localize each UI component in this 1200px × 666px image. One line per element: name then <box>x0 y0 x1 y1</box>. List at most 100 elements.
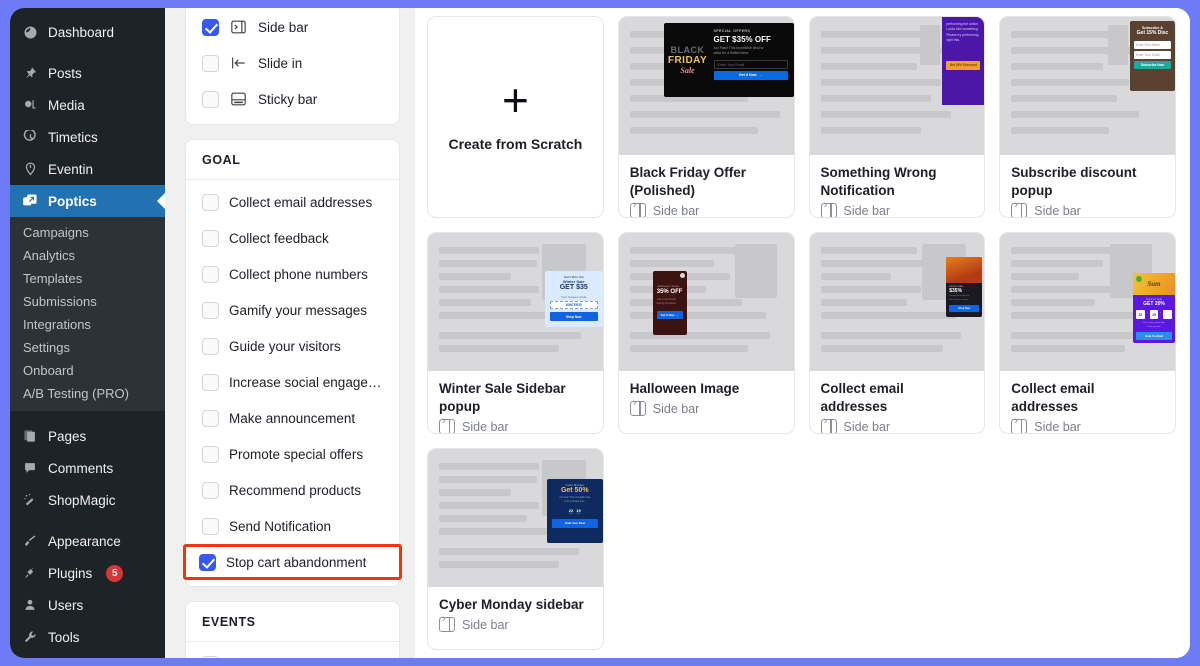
template-card-collect-email-addresses-autumn[interactable]: Autumn Sale $35% Limited time offer for t… <box>808 232 986 434</box>
template-card-black-friday-offer[interactable]: BLACK FRIDAY Sale SPECIAL OFFERS GET $35… <box>617 16 795 218</box>
submenu-item-campaigns[interactable]: Campaigns <box>10 221 165 244</box>
filter-goal-collect-email-addresses[interactable]: Collect email addresses <box>186 184 399 220</box>
template-card-something-wrong-notification[interactable]: performing the action. Looks like somethi… <box>808 16 986 218</box>
checkbox-guide-your-visitors[interactable] <box>202 337 219 355</box>
template-card-winter-sale-sidebar-popup[interactable]: Don't Miss Out Winter Sale GET $35 Your … <box>427 232 604 434</box>
checkbox-increase-social-engagement[interactable] <box>202 373 219 391</box>
sidebar-item-label: Eventin <box>48 161 94 177</box>
submenu-label: Campaigns <box>23 225 89 240</box>
checkbox-black-friday[interactable] <box>202 655 219 658</box>
brush-icon <box>21 532 39 550</box>
sidebar-type-icon <box>629 200 646 217</box>
sidebar-item-plugins[interactable]: Plugins 5 <box>10 557 165 589</box>
sidebar-item-tools[interactable]: Tools <box>10 621 165 653</box>
filter-option-label: Collect phone numbers <box>229 266 368 282</box>
filter-goal-gamify-your-messages[interactable]: Gamify your messages <box>186 292 399 328</box>
template-thumbnail: Subscribe & Get 15% Disc Enter First Nam… <box>1000 17 1175 155</box>
submenu-label: Onboard <box>23 363 74 378</box>
template-preview-popup: Don't Miss Out Winter Sale GET $35 Your … <box>544 271 603 327</box>
submenu-item-integrations[interactable]: Integrations <box>10 313 165 336</box>
template-title: Collect email addresses <box>820 381 904 415</box>
filter-option-label: Sticky bar <box>258 91 318 107</box>
filter-option-sticky-bar[interactable]: Sticky bar <box>186 81 399 117</box>
template-thumbnail: Autumn Sale $35% Limited time offer for t… <box>809 233 985 371</box>
checkbox-make-announcement[interactable] <box>202 409 219 427</box>
filter-option-label: Send Notification <box>229 518 332 534</box>
sidebar-item-users[interactable]: Users <box>10 589 165 621</box>
submenu-label: Settings <box>23 340 70 355</box>
sidebar-item-label: Posts <box>48 65 82 81</box>
filter-goal-guide-your-visitors[interactable]: Guide your visitors <box>186 328 399 364</box>
template-title: Black Friday Offer (Polished) <box>629 165 747 199</box>
filter-event-black-friday[interactable]: Black Friday <box>186 646 399 658</box>
sidebar-item-posts[interactable]: Posts <box>10 57 165 89</box>
sidebar-item-timetics[interactable]: Timetics <box>10 121 165 153</box>
filter-goal-send-notification[interactable]: Send Notification <box>186 508 399 544</box>
template-thumbnail: Cyber Monday Get 50% Act Fast! This incr… <box>428 449 603 587</box>
submenu-item-ab-testing[interactable]: A/B Testing (PRO) <box>10 382 165 405</box>
template-card-cyber-monday-sidebar[interactable]: Cyber Monday Get 50% Act Fast! This incr… <box>427 448 604 650</box>
user-icon <box>21 596 39 614</box>
submenu-item-onboard[interactable]: Onboard <box>10 359 165 382</box>
checkbox-send-notification[interactable] <box>202 517 219 535</box>
sidebar-item-settings[interactable]: Settings <box>10 653 165 658</box>
filter-goal-promote-special-offers[interactable]: Promote special offers <box>186 436 399 472</box>
sidebar-item-label: Timetics <box>48 129 98 145</box>
checkbox-recommend-products[interactable] <box>202 481 219 499</box>
sidebar-item-media[interactable]: Media <box>10 89 165 121</box>
template-card-footer: Subscribe discount popup Side bar <box>1000 155 1175 217</box>
filter-panel-events-title: EVENTS <box>186 602 399 642</box>
filter-goal-collect-phone-numbers[interactable]: Collect phone numbers <box>186 256 399 292</box>
template-type: Side bar <box>820 416 974 433</box>
timetics-icon <box>21 128 39 146</box>
checkbox-promote-special-offers[interactable] <box>202 445 219 463</box>
template-thumbnail: Don't Miss Out Winter Sale GET $35 Your … <box>428 233 603 371</box>
sidebar-item-poptics[interactable]: Poptics <box>10 185 165 217</box>
sidebar-item-dashboard[interactable]: Dashboard <box>10 16 165 48</box>
template-card-subscribe-discount-popup[interactable]: Subscribe & Get 15% Disc Enter First Nam… <box>999 16 1176 218</box>
checkbox-stop-cart-abandonment[interactable] <box>199 553 216 571</box>
submenu-label: Submissions <box>23 294 97 309</box>
filter-goal-recommend-products[interactable]: Recommend products <box>186 472 399 508</box>
checkbox-collect-phone-numbers[interactable] <box>202 265 219 283</box>
template-card-halloween-image[interactable]: Halloween Deals 35% OFF Use code HLWN du… <box>617 232 795 434</box>
sidebar-item-eventin[interactable]: Eventin <box>10 153 165 185</box>
sidebar-type-icon <box>820 416 837 433</box>
sidebar-item-comments[interactable]: Comments <box>10 452 165 484</box>
submenu-item-analytics[interactable]: Analytics <box>10 244 165 267</box>
checkbox-gamify-your-messages[interactable] <box>202 301 219 319</box>
template-card-collect-email-addresses-summer[interactable]: Sum Summer Sale GET 20% 22 : 19 : This i… <box>999 232 1176 434</box>
checkbox-side-bar[interactable] <box>202 18 219 36</box>
filter-goal-increase-social-engagement[interactable]: Increase social engagem... <box>186 364 399 400</box>
submenu-label: Integrations <box>23 317 91 332</box>
dashboard-gauge-icon <box>21 23 39 41</box>
checkbox-slide-in[interactable] <box>202 54 219 72</box>
submenu-item-templates[interactable]: Templates <box>10 267 165 290</box>
template-card-footer: Cyber Monday sidebar Side bar <box>428 587 603 649</box>
plugins-update-badge: 5 <box>106 564 124 582</box>
filter-option-slide-in[interactable]: Slide in <box>186 45 399 81</box>
template-type: Side bar <box>1011 416 1164 433</box>
filter-option-label: Promote special offers <box>229 446 364 462</box>
checkbox-sticky-bar[interactable] <box>202 90 219 108</box>
filter-option-side-bar[interactable]: Side bar <box>186 9 399 45</box>
template-card-create-from-scratch[interactable]: + Create from Scratch <box>427 16 604 218</box>
template-preview-popup: Cyber Monday Get 50% Act Fast! This incr… <box>546 479 603 543</box>
template-card-footer: Halloween Image Side bar <box>619 371 794 433</box>
submenu-item-submissions[interactable]: Submissions <box>10 290 165 313</box>
create-from-scratch-label: Create from Scratch <box>448 136 583 153</box>
checkbox-collect-email-addresses[interactable] <box>202 193 219 211</box>
template-type-label: Side bar <box>652 401 700 416</box>
submenu-item-settings[interactable]: Settings <box>10 336 165 359</box>
sidebar-item-shopmagic[interactable]: ShopMagic <box>10 484 165 516</box>
template-title: Winter Sale Sidebar popup <box>439 381 566 415</box>
template-card-footer: Winter Sale Sidebar popup Side bar <box>428 371 603 433</box>
filter-goal-collect-feedback[interactable]: Collect feedback <box>186 220 399 256</box>
filter-goal-make-announcement[interactable]: Make announcement <box>186 400 399 436</box>
checkbox-collect-feedback[interactable] <box>202 229 219 247</box>
sidebar-item-appearance[interactable]: Appearance <box>10 525 165 557</box>
template-card-footer: Something Wrong Notification Side bar <box>810 155 985 217</box>
sidebar-item-pages[interactable]: Pages <box>10 420 165 452</box>
filter-goal-stop-cart-abandonment[interactable]: Stop cart abandonment <box>183 544 402 580</box>
template-preview-popup: Sum Summer Sale GET 20% 22 : 19 : This i… <box>1133 273 1175 343</box>
